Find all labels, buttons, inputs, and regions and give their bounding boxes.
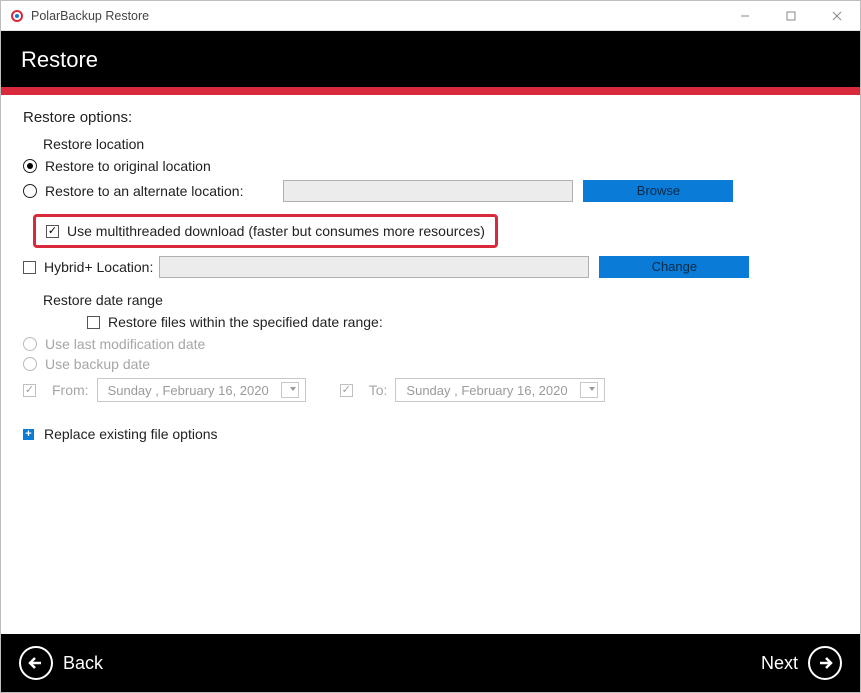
replace-options-label: Replace existing file options: [44, 426, 218, 442]
hybrid-row: Hybrid+ Location: Change: [23, 256, 838, 278]
page-banner: Restore: [1, 31, 860, 87]
radio-alternate[interactable]: [23, 184, 37, 198]
date-range-heading: Restore date range: [43, 292, 838, 308]
arrow-left-icon: [19, 646, 53, 680]
from-date-value: Sunday , February 16, 2020: [108, 383, 269, 398]
footer-bar: Back Next: [1, 634, 860, 692]
date-range-within-row[interactable]: Restore files within the specified date …: [87, 314, 838, 330]
titlebar: PolarBackup Restore: [1, 1, 860, 31]
app-window: PolarBackup Restore Restore Restore opti…: [0, 0, 861, 693]
alternate-path-input[interactable]: [283, 180, 573, 202]
next-button[interactable]: Next: [761, 646, 842, 680]
replace-options-row[interactable]: + Replace existing file options: [23, 426, 838, 442]
window-controls: [722, 1, 860, 31]
to-date-value: Sunday , February 16, 2020: [406, 383, 567, 398]
date-pickers-row: From: Sunday , February 16, 2020 To: Sun…: [23, 378, 838, 402]
multithread-checkbox[interactable]: [46, 225, 59, 238]
content-area: Restore options: Restore location Restor…: [1, 95, 860, 634]
radio-alternate-label: Restore to an alternate location:: [45, 183, 243, 199]
close-button[interactable]: [814, 1, 860, 31]
change-button[interactable]: Change: [599, 256, 749, 278]
calendar-icon: [580, 382, 598, 398]
date-range-checkbox[interactable]: [87, 316, 100, 329]
multithread-label: Use multithreaded download (faster but c…: [67, 223, 485, 239]
use-backup-label: Use backup date: [45, 356, 150, 372]
radio-original-label: Restore to original location: [45, 158, 211, 174]
minimize-button[interactable]: [722, 1, 768, 31]
back-label: Back: [63, 653, 103, 674]
calendar-icon: [281, 382, 299, 398]
radio-original-row[interactable]: Restore to original location: [23, 158, 838, 174]
hybrid-label: Hybrid+ Location:: [44, 259, 153, 275]
accent-strip: [1, 87, 860, 95]
window-title: PolarBackup Restore: [31, 9, 149, 23]
use-mod-label: Use last modification date: [45, 336, 205, 352]
next-label: Next: [761, 653, 798, 674]
arrow-right-icon: [808, 646, 842, 680]
expand-plus-icon[interactable]: +: [23, 429, 34, 440]
from-checkbox: [23, 384, 36, 397]
to-label: To:: [369, 382, 388, 398]
radio-use-mod: [23, 337, 37, 351]
use-backup-row: Use backup date: [23, 356, 838, 372]
app-icon: [9, 8, 25, 24]
radio-original[interactable]: [23, 159, 37, 173]
to-date-picker: Sunday , February 16, 2020: [395, 378, 604, 402]
maximize-button[interactable]: [768, 1, 814, 31]
from-date-picker: Sunday , February 16, 2020: [97, 378, 306, 402]
browse-button[interactable]: Browse: [583, 180, 733, 202]
hybrid-path-input[interactable]: [159, 256, 589, 278]
from-label: From:: [52, 382, 89, 398]
date-range-within-label: Restore files within the specified date …: [108, 314, 383, 330]
page-heading: Restore: [21, 47, 98, 72]
radio-alternate-row[interactable]: Restore to an alternate location: Browse: [23, 180, 838, 202]
restore-options-title: Restore options:: [23, 109, 838, 126]
restore-location-heading: Restore location: [43, 136, 838, 152]
radio-use-backup: [23, 357, 37, 371]
hybrid-checkbox[interactable]: [23, 261, 36, 274]
to-checkbox: [340, 384, 353, 397]
use-mod-row: Use last modification date: [23, 336, 838, 352]
back-button[interactable]: Back: [19, 646, 103, 680]
multithread-highlight: Use multithreaded download (faster but c…: [33, 214, 498, 248]
